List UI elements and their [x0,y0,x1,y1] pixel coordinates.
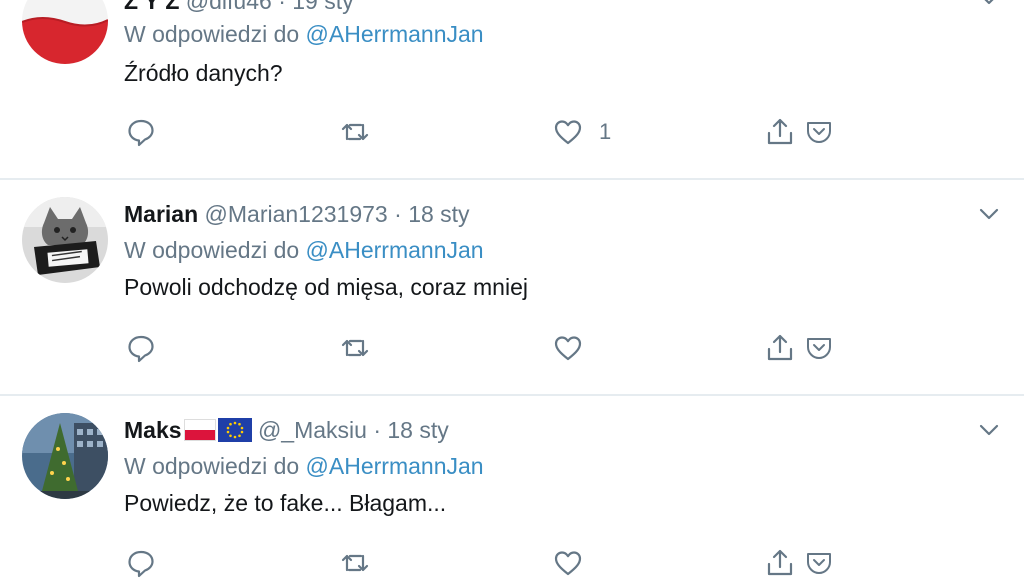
tweet-2[interactable]: Marian @Marian1231973 · 18 sty W odpowie… [0,180,1024,394]
timestamp[interactable]: 18 sty [408,201,469,227]
user-handle[interactable]: @Marian1231973 [205,201,388,227]
pocket-icon[interactable] [804,117,834,147]
reply-context: W odpowiedzi do @AHerrmannJan [124,451,484,481]
share-icon[interactable] [765,117,795,147]
eu-flag-emoji [217,418,252,442]
retweet-icon[interactable] [340,333,370,363]
share-icon[interactable] [765,548,795,578]
separator: · [373,417,381,443]
mention-link[interactable]: @AHerrmannJan [306,237,484,263]
heart-icon[interactable] [553,117,583,147]
reply-icon[interactable] [126,548,156,578]
chevron-down-icon[interactable] [976,0,1002,12]
display-name[interactable]: Marian [124,201,198,227]
retweet-icon[interactable] [340,117,370,147]
avatar[interactable] [22,197,108,283]
tweet-1[interactable]: Z Y Z @difu46 · 19 sty W odpowiedzi do @… [0,0,1024,178]
avatar[interactable] [22,0,108,64]
reply-prefix: W odpowiedzi do [124,453,300,479]
tweet-header: Maks @_Maksiu · 18 sty [124,415,449,445]
polish-flag-avatar [22,0,108,64]
tweet-header: Marian @Marian1231973 · 18 sty [124,199,470,229]
reply-icon[interactable] [126,333,156,363]
timestamp[interactable]: 18 sty [387,417,448,443]
display-name[interactable]: Maks [124,417,182,443]
reply-icon[interactable] [126,117,156,147]
tweet-header: Z Y Z @difu46 · 19 sty [124,0,354,16]
avatar[interactable] [22,413,108,499]
like-count: 1 [599,119,612,144]
chevron-down-icon[interactable] [976,201,1002,227]
tweet-text: Powiedz, że to fake... Błagam... [124,490,447,516]
separator: · [278,0,286,14]
reply-context: W odpowiedzi do @AHerrmannJan [124,235,484,265]
user-handle[interactable]: @_Maksiu [258,417,367,443]
timestamp[interactable]: 19 sty [292,0,353,14]
share-icon[interactable] [765,333,795,363]
tweet-3[interactable]: Maks @_Maksiu · 18 sty W odpowiedzi do @… [0,396,1024,578]
display-name[interactable]: Z Y Z [124,0,179,14]
poland-flag-emoji [183,419,216,441]
heart-icon[interactable] [553,548,583,578]
tweet-text: Źródło danych? [124,60,283,86]
reply-context: W odpowiedzi do @AHerrmannJan [124,19,484,49]
mention-link[interactable]: @AHerrmannJan [306,453,484,479]
separator: · [394,201,402,227]
heart-icon[interactable] [553,333,583,363]
pocket-icon[interactable] [804,548,834,578]
user-handle[interactable]: @difu46 [186,0,272,14]
retweet-icon[interactable] [340,548,370,578]
tweet-text: Powoli odchodzę od mięsa, coraz mniej [124,274,528,300]
mention-link[interactable]: @AHerrmannJan [306,21,484,47]
cat-with-sign-avatar [22,197,108,283]
reply-prefix: W odpowiedzi do [124,237,300,263]
reply-prefix: W odpowiedzi do [124,21,300,47]
christmas-tree-avatar [22,413,108,499]
chevron-down-icon[interactable] [976,417,1002,443]
pocket-icon[interactable] [804,333,834,363]
